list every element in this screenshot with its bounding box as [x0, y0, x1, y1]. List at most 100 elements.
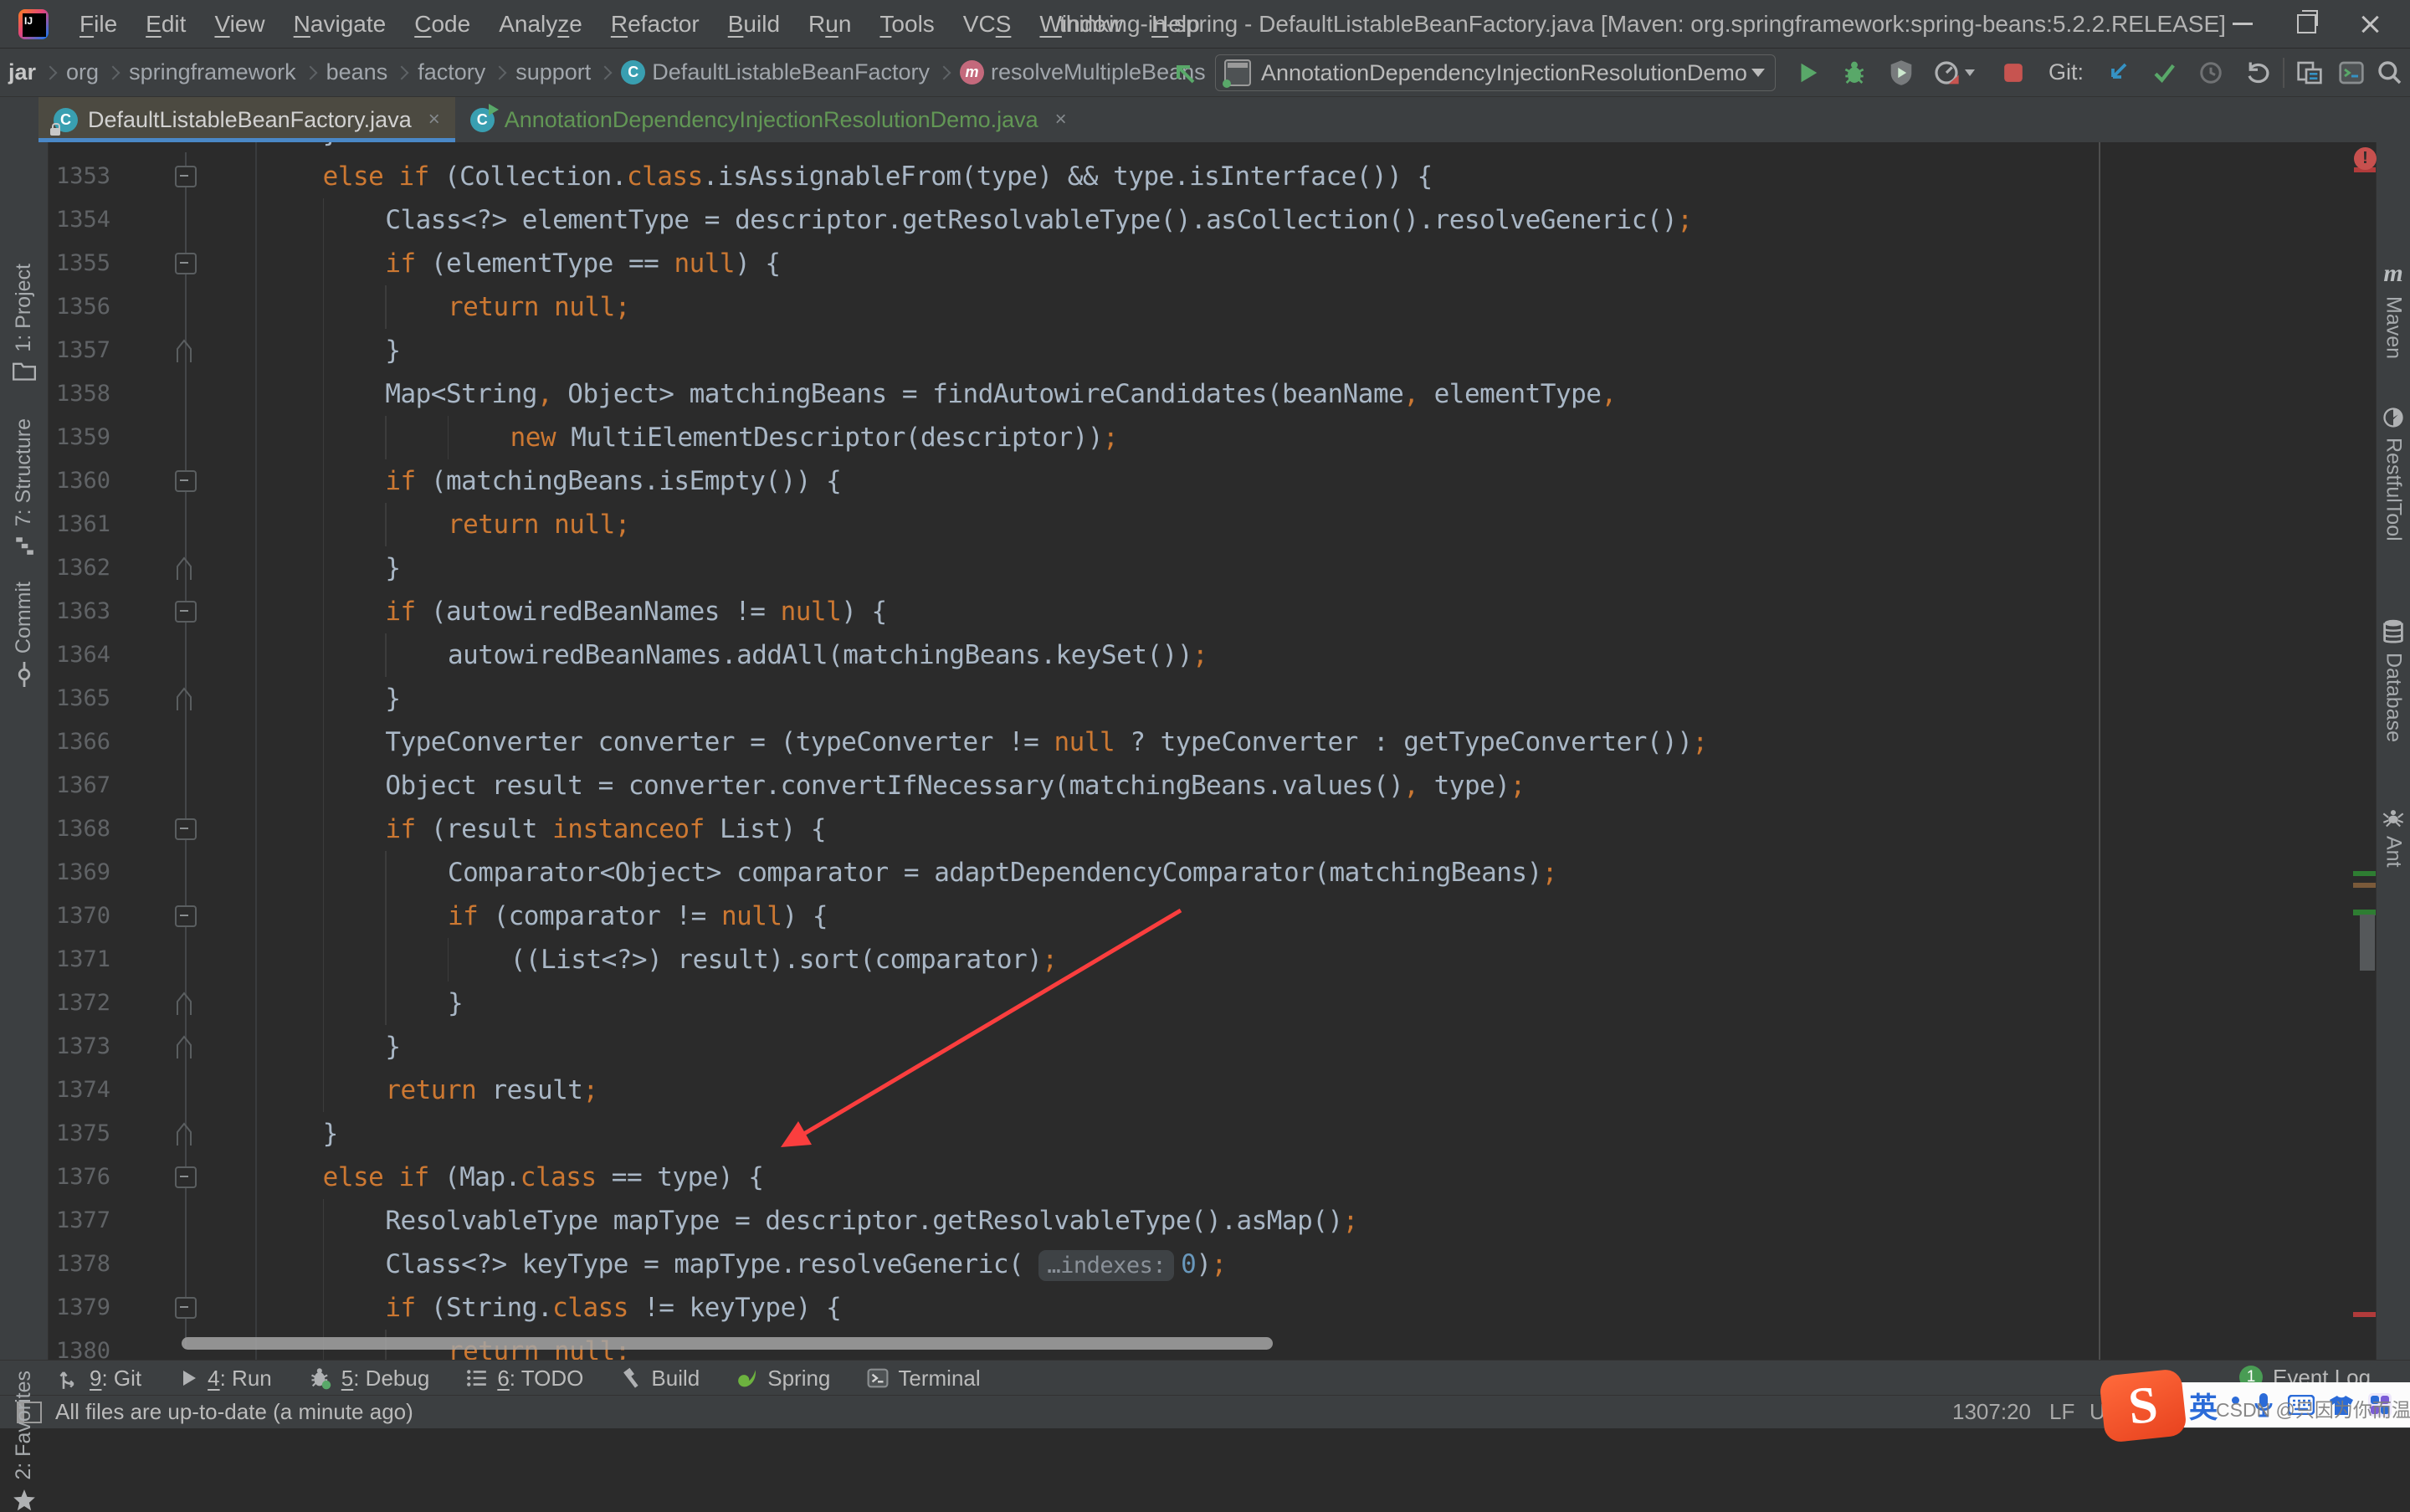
line-number: 1361 — [48, 503, 110, 546]
breadcrumb-item-springframework[interactable]: springframework — [127, 59, 298, 85]
run-configuration-select[interactable]: AnnotationDependencyInjectionResolutionD… — [1215, 54, 1776, 91]
menu-tools[interactable]: Tools — [865, 0, 948, 48]
tool-window-label: 5: Debug — [341, 1366, 430, 1392]
tool-window-button-spring[interactable]: Spring — [736, 1366, 830, 1392]
tab-DefaultListableBeanFactory.java[interactable]: CDefaultListableBeanFactory.java× — [38, 97, 455, 142]
code-line: 1366TypeConverter converter = (typeConve… — [48, 720, 2377, 764]
breadcrumb-item-org[interactable]: org — [64, 59, 100, 85]
close-tab-icon[interactable]: × — [428, 108, 440, 131]
restore-button[interactable] — [2274, 0, 2338, 48]
breadcrumb-item-beans[interactable]: beans — [325, 59, 390, 85]
line-number: 1363 — [48, 590, 110, 633]
jump-to-source-icon[interactable] — [1170, 59, 1198, 87]
indent-guide — [323, 851, 325, 894]
menu-vcs[interactable]: VCS — [949, 0, 1026, 48]
code-text: autowiredBeanNames.addAll(matchingBeans.… — [448, 633, 1208, 677]
tool-window-button--debug[interactable]: 5: Debug — [309, 1366, 430, 1392]
vcs-stripe-green[interactable] — [2353, 871, 2377, 876]
profiler-dropdown-icon[interactable] — [1961, 56, 1978, 90]
fold-collapse-icon[interactable] — [175, 1166, 197, 1188]
fold-collapse-icon[interactable] — [175, 253, 197, 274]
favorites-icon — [13, 1489, 36, 1512]
line-number: 1367 — [48, 764, 110, 807]
breadcrumb-label: DefaultListableBeanFactory — [652, 59, 930, 85]
menu-analyze[interactable]: Analyze — [485, 0, 597, 48]
recent-files-icon[interactable] — [2293, 56, 2326, 90]
tool-window-button--run[interactable]: 4: Run — [178, 1366, 272, 1392]
tool-window-button-database[interactable]: Database — [2377, 619, 2410, 742]
breadcrumb-separator-icon — [936, 65, 951, 79]
menu-refactor[interactable]: Refactor — [597, 0, 714, 48]
vertical-scrollbar[interactable] — [2360, 915, 2375, 971]
tool-window-button-terminal[interactable]: Terminal — [867, 1366, 980, 1392]
code-text: } — [323, 1112, 338, 1156]
tool-window-button-maven[interactable]: mMaven — [2377, 259, 2410, 359]
fold-end-icon[interactable] — [175, 1121, 193, 1146]
history-button[interactable] — [2194, 56, 2228, 90]
tool-window-button-ant[interactable]: Ant — [2377, 807, 2410, 868]
fold-collapse-icon[interactable] — [175, 818, 197, 840]
fold-end-icon[interactable] — [175, 991, 193, 1016]
run-anything-console-icon[interactable] — [2335, 56, 2368, 90]
fold-collapse-icon[interactable] — [175, 1297, 197, 1319]
git-commit-button[interactable] — [2147, 56, 2181, 90]
code-editor[interactable]: }1353else if (Collection.class.isAssigna… — [48, 142, 2377, 1360]
line-ending-indicator[interactable]: LF — [2049, 1396, 2074, 1428]
profiler-button[interactable] — [1930, 56, 1963, 90]
breadcrumb-separator-icon — [395, 65, 409, 79]
tool-window-button-2-favorites[interactable]: 2: Favorites — [0, 1371, 48, 1512]
run-configuration-label: AnnotationDependencyInjectionResolutionD… — [1261, 60, 1747, 86]
tool-window-button-1-project[interactable]: 1: Project — [0, 264, 48, 381]
code-line: 1357} — [48, 329, 2377, 372]
menu-code[interactable]: Code — [400, 0, 485, 48]
tool-window-button-build[interactable]: Build — [620, 1366, 700, 1392]
debug-button[interactable] — [1838, 56, 1871, 90]
breadcrumb-item-factory[interactable]: factory — [416, 59, 487, 85]
breadcrumb-item-jar[interactable]: jar — [7, 59, 38, 85]
menu-file[interactable]: File — [65, 0, 131, 48]
close-tab-icon[interactable]: × — [1055, 108, 1067, 131]
fold-end-icon[interactable] — [175, 1034, 193, 1059]
tool-window-button-commit[interactable]: Commit — [0, 582, 48, 687]
caret-position[interactable]: 1307:20 — [1952, 1396, 2031, 1428]
menu-run[interactable]: Run — [794, 0, 865, 48]
fold-end-icon[interactable] — [175, 686, 193, 711]
breadcrumb-item-support[interactable]: support — [514, 59, 592, 85]
indent-guide — [323, 285, 325, 329]
line-number: 1354 — [48, 198, 110, 242]
close-button[interactable] — [2338, 0, 2402, 48]
rollback-button[interactable] — [2241, 56, 2274, 90]
minimize-button[interactable] — [2211, 0, 2274, 48]
fold-collapse-icon[interactable] — [175, 470, 197, 492]
run-with-coverage-button[interactable] — [1884, 56, 1918, 90]
fold-end-icon[interactable] — [175, 338, 193, 363]
search-everywhere-icon[interactable] — [2373, 56, 2407, 90]
run-button[interactable] — [1791, 56, 1824, 90]
fold-collapse-icon[interactable] — [175, 905, 197, 927]
restful-icon — [2382, 406, 2405, 429]
tool-window-button-7-structure[interactable]: 7: Structure — [0, 418, 48, 556]
stop-button[interactable] — [1997, 56, 2030, 90]
ime-language-toggle[interactable]: 英 — [2189, 1385, 2218, 1426]
menu-navigate[interactable]: Navigate — [279, 0, 401, 48]
breadcrumb-label: support — [515, 59, 591, 85]
error-indicator-icon[interactable]: ! — [2354, 147, 2377, 170]
indent-guide — [323, 894, 325, 938]
menu-view[interactable]: View — [200, 0, 279, 48]
tool-window-button--git[interactable]: 9: Git — [59, 1366, 141, 1392]
tab-AnnotationDependencyInjectionResolutionDemo.java[interactable]: CAnnotationDependencyInjectionResolution… — [455, 97, 1082, 142]
git-update-button[interactable] — [2100, 56, 2134, 90]
fold-collapse-icon[interactable] — [175, 601, 197, 623]
error-stripe-mark2[interactable] — [2353, 1312, 2377, 1317]
line-number: 1380 — [48, 1330, 110, 1360]
horizontal-scrollbar[interactable] — [182, 1337, 1273, 1350]
menu-edit[interactable]: Edit — [131, 0, 200, 48]
vcs-stripe-brown[interactable] — [2353, 883, 2377, 888]
fold-end-icon[interactable] — [175, 556, 193, 581]
tool-window-button-restfultool[interactable]: RestfulTool — [2377, 406, 2410, 541]
fold-collapse-icon[interactable] — [175, 166, 197, 187]
menu-build[interactable]: Build — [714, 0, 794, 48]
breadcrumb-item-defaultlistablebeanfactory[interactable]: CDefaultListableBeanFactory — [619, 59, 931, 85]
tool-window-button--todo[interactable]: 6: TODO — [466, 1366, 583, 1392]
sogou-ime-icon[interactable]: S — [2099, 1368, 2187, 1443]
